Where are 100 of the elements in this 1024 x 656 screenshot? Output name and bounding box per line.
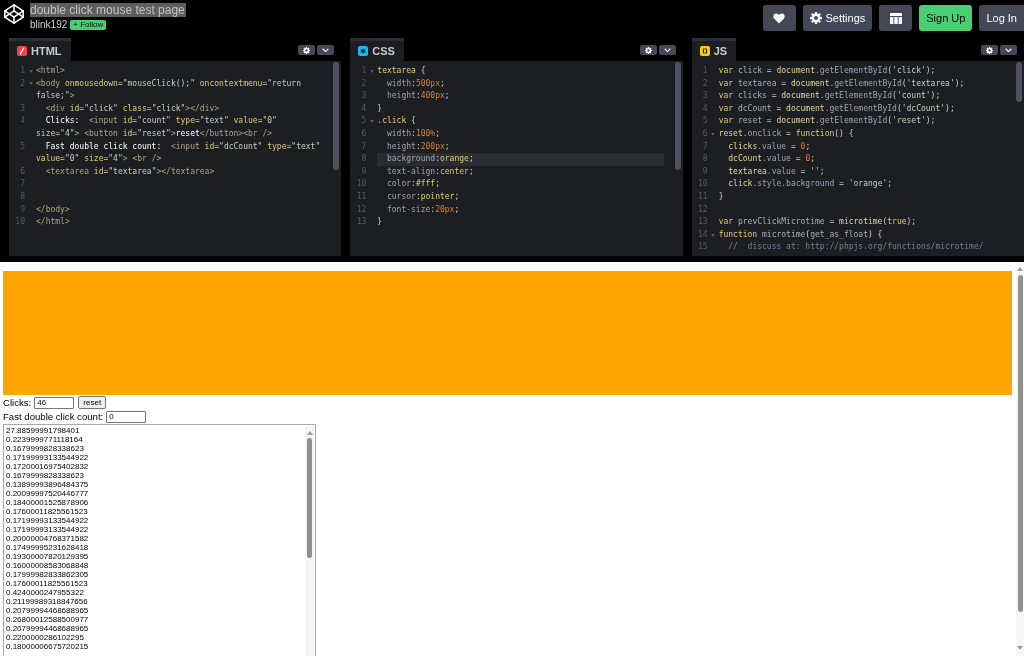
log-entry: 0.19300007820129395: [6, 552, 89, 561]
layout-icon: [889, 12, 902, 24]
scrollbar[interactable]: [1016, 262, 1024, 656]
code-line: <html>: [36, 65, 66, 77]
fold-arrow-icon[interactable]: [711, 233, 716, 237]
scrollbar-thumb[interactable]: [1017, 275, 1023, 612]
log-entry: 0.17600011825561523: [6, 579, 88, 588]
code-line: font-size:20px;: [385, 203, 461, 216]
log-entry: 0.17199993133544922: [6, 453, 89, 462]
chevron-down-icon: [322, 47, 330, 53]
settings-icon: [809, 12, 822, 24]
textarea-field[interactable]: [3, 424, 316, 656]
line-number: 6: [701, 127, 708, 140]
code-line: textarea.value = '';: [727, 165, 826, 178]
fold-arrow-icon[interactable]: [28, 69, 33, 73]
code-line: // discuss at: http://phpjs.org/functions/microtime/: [727, 241, 985, 254]
scroll-up-arrow-icon[interactable]: [1017, 267, 1023, 271]
log-entry: 0.20000004768371582: [6, 534, 89, 543]
layout-button[interactable]: [879, 5, 913, 31]
reset-button[interactable]: reset: [78, 396, 107, 409]
editor-menu-button[interactable]: [658, 45, 676, 55]
heart-button[interactable]: [762, 5, 796, 31]
asterisk-badge-icon: [358, 46, 369, 56]
log-entry: 0.17199993133544922: [6, 525, 89, 534]
follow-button[interactable]: + Follow: [70, 19, 107, 30]
log-entry: 0.17499995231628418: [6, 543, 89, 552]
code-line: Clicks: <input id="count" type="text" value="0" size="4"> <button id="reset">reset</button><br />: [36, 115, 278, 140]
log-entry: 0.2200000286102295: [6, 633, 84, 642]
slash-badge-icon: [17, 46, 27, 56]
scrollbar-thumb[interactable]: [1016, 62, 1022, 102]
log-entry: 0.1679999828338623: [6, 471, 84, 480]
code-line: function microtime(get_as_float) {: [718, 228, 884, 241]
log-entry: 27.88599991798401: [6, 426, 80, 435]
fold-arrow-icon[interactable]: [28, 82, 33, 86]
sign-up-button[interactable]: Sign Up: [919, 5, 973, 31]
code-line: var reset = document.getElementById('reset');: [718, 115, 937, 128]
fold-arrow-icon[interactable]: [711, 132, 716, 136]
code-line: width:500px;: [385, 77, 446, 90]
pen-title: double click mouse test page: [30, 3, 186, 17]
line-number: 6: [19, 165, 25, 178]
line-number: 8: [360, 153, 367, 166]
log-in-button[interactable]: Log In: [979, 5, 1024, 31]
log-entry: 0.26800012588500977: [6, 615, 89, 624]
log-entry: 0.21199989318847656: [6, 597, 88, 606]
code-line: dcCount.value = 0;: [727, 153, 817, 166]
fold-arrow-icon[interactable]: [369, 120, 374, 124]
line-number: 2: [19, 77, 25, 90]
scrollbar-thumb[interactable]: [674, 62, 681, 170]
brackets-badge-icon: [699, 46, 710, 56]
settings-icon: [644, 46, 652, 54]
editor-tab[interactable]: HTML: [9, 38, 71, 61]
editor-menu-button[interactable]: [317, 45, 335, 55]
code-line: width:100%;: [385, 127, 441, 140]
code-line: <body onmousedown="mouseClick();" oncontextmenu="return false;">: [36, 77, 302, 103]
line-number: 2: [701, 77, 708, 90]
line-number: 2: [360, 77, 367, 90]
line-number: 12: [355, 203, 367, 216]
code-line: reset.onclick = function() {: [718, 127, 855, 140]
scrollbar-thumb[interactable]: [307, 438, 312, 558]
heart-icon: [773, 12, 785, 24]
editor-tab[interactable]: CSS: [350, 38, 404, 61]
scroll-up-arrow-icon[interactable]: [306, 431, 313, 435]
line-number: 10: [14, 216, 25, 229]
editor-menu-button[interactable]: [1000, 45, 1017, 55]
code-editor[interactable]: [9, 61, 342, 256]
code-editor[interactable]: [691, 61, 1024, 256]
code-line: click.style.background = 'orange';: [727, 178, 894, 191]
line-number: 4: [360, 102, 367, 115]
double-click-input[interactable]: 0: [106, 410, 147, 423]
code-line: height:200px;: [385, 140, 451, 153]
log-entry: 0.1679999828338623: [6, 444, 84, 453]
editor-settings-button[interactable]: [639, 45, 657, 55]
line-number: 12: [697, 203, 708, 216]
log-entry: 0.20799994468688965: [6, 624, 89, 633]
scrollbar-thumb[interactable]: [333, 62, 340, 170]
line-number: 3: [701, 90, 708, 103]
line-number: 15: [697, 241, 708, 254]
editor-tab[interactable]: JS: [691, 38, 737, 61]
log-entry: 0.13899993896484375: [6, 480, 89, 489]
log-entry: 0.2239999771118164: [6, 435, 83, 444]
scrollbar[interactable]: [305, 426, 314, 656]
line-number: 10: [697, 178, 708, 191]
line-number: 11: [355, 190, 367, 203]
editor-settings-button[interactable]: [981, 45, 998, 55]
settings-button[interactable]: Settings: [802, 5, 873, 31]
cube-logo-icon[interactable]: [3, 3, 25, 25]
clicks-input[interactable]: 46: [34, 396, 75, 409]
log-entry: 0.18000006675720215: [6, 642, 89, 651]
code-line: }: [377, 216, 384, 229]
line-number: 3: [19, 102, 25, 115]
code-line: <div id="click" class="click"></div>: [44, 102, 221, 115]
fold-arrow-icon[interactable]: [369, 69, 374, 73]
line-number: 3: [360, 90, 367, 103]
code-line: clicks.value = 0;: [727, 140, 812, 153]
line-number: 14: [697, 228, 708, 241]
scroll-down-arrow-icon[interactable]: [1017, 646, 1023, 650]
editor-settings-button[interactable]: [298, 45, 316, 55]
line-number: 1: [19, 65, 25, 77]
author-name[interactable]: blink192: [30, 19, 68, 30]
code-line: Fast double click count: <input id="dcCount" type="text" value="0" size="4"> <br />: [36, 140, 322, 166]
